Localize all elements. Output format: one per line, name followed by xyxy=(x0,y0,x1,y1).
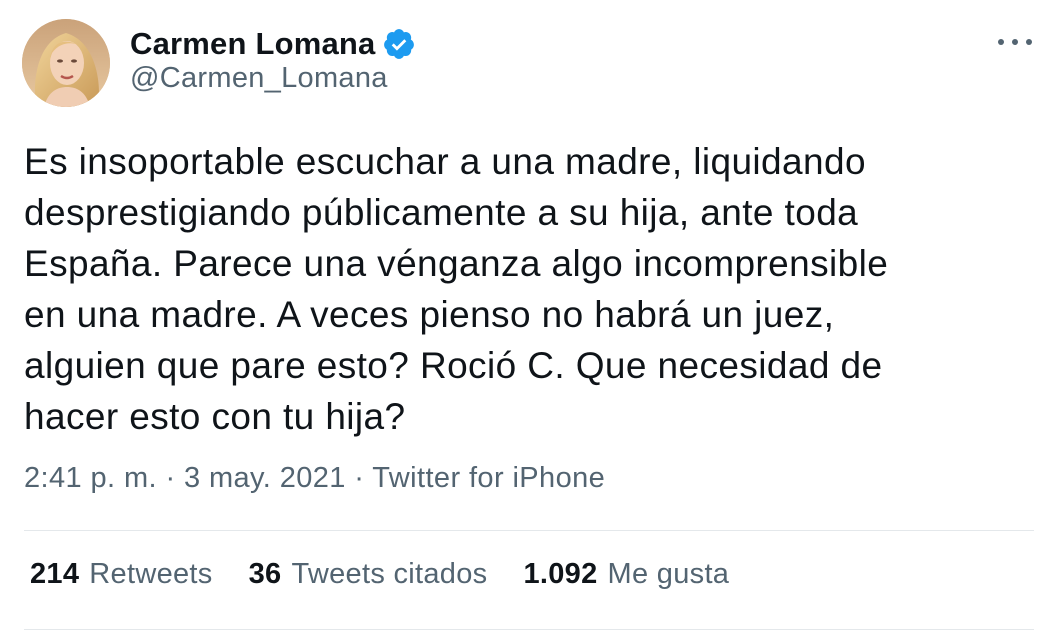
tweet-text: Es insoportable escuchar a una madre, li… xyxy=(24,136,1034,442)
more-options-icon[interactable] xyxy=(998,32,1032,52)
tweet-card: Carmen Lomana @Carmen_Lomana Es insoport… xyxy=(0,0,1048,632)
divider xyxy=(24,629,1034,630)
tweet-time[interactable]: 2:41 p. m. xyxy=(24,462,157,494)
retweets-count: 214 xyxy=(30,558,80,590)
likes-stat[interactable]: 1.092 Me gusta xyxy=(523,558,729,591)
verified-badge-icon xyxy=(382,27,416,61)
dot xyxy=(1012,39,1018,45)
tweet-text-line: en una madre. A veces pienso no habrá un… xyxy=(24,294,835,335)
tweet-text-line: hacer esto con tu hija? xyxy=(24,396,406,437)
tweet-metadata: 2:41 p. m. · 3 may. 2021 · Twitter for i… xyxy=(24,462,605,495)
tweet-text-line: alguien que pare esto? Roció C. Que nece… xyxy=(24,345,883,386)
retweets-stat[interactable]: 214 Retweets xyxy=(30,558,213,591)
display-name[interactable]: Carmen Lomana xyxy=(130,26,376,62)
author-name-row[interactable]: Carmen Lomana xyxy=(130,24,416,64)
avatar-photo xyxy=(22,19,110,107)
tweet-stats: 214 Retweets 36 Tweets citados 1.092 Me … xyxy=(30,558,765,591)
author-handle[interactable]: @Carmen_Lomana xyxy=(130,62,388,95)
tweet-text-line: desprestigiando públicamente a su hija, … xyxy=(24,192,859,233)
tweet-text-line: Es insoportable escuchar a una madre, li… xyxy=(24,141,866,182)
tweet-text-line: España. Parece una vénganza algo incompr… xyxy=(24,243,889,284)
tweet-date[interactable]: 3 may. 2021 xyxy=(184,462,346,494)
meta-separator: · xyxy=(354,462,365,494)
dot xyxy=(998,39,1004,45)
quote-tweets-count: 36 xyxy=(248,558,282,590)
avatar[interactable] xyxy=(22,19,110,107)
retweets-label: Retweets xyxy=(89,558,213,590)
divider xyxy=(24,530,1034,531)
quote-tweets-label: Tweets citados xyxy=(291,558,488,590)
likes-count: 1.092 xyxy=(523,558,598,590)
dot xyxy=(1026,39,1032,45)
tweet-source-link[interactable]: Twitter for iPhone xyxy=(372,462,605,494)
likes-label: Me gusta xyxy=(607,558,730,590)
quote-tweets-stat[interactable]: 36 Tweets citados xyxy=(249,558,488,591)
meta-separator: · xyxy=(165,462,176,494)
